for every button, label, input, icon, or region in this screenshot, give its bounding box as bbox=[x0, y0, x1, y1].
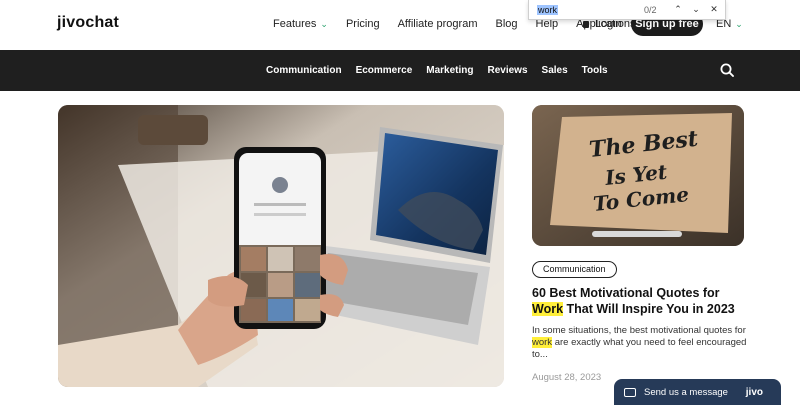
chat-widget[interactable]: Send us a message jivo bbox=[614, 379, 781, 405]
title-text-end: That Will Inspire You in 2023 bbox=[563, 302, 735, 316]
nav-features[interactable]: Features ⌄ bbox=[273, 18, 328, 30]
excerpt-highlight: work bbox=[532, 337, 553, 348]
find-bar: work 0/2 ⌃ ⌄ ✕ bbox=[528, 0, 726, 20]
category-tools[interactable]: Tools bbox=[582, 65, 608, 76]
quote-board-photo: The Best Is Yet To Come bbox=[532, 105, 744, 246]
close-icon[interactable]: ✕ bbox=[708, 3, 720, 15]
category-sales[interactable]: Sales bbox=[542, 65, 568, 76]
message-icon bbox=[624, 387, 636, 397]
lock-icon bbox=[583, 20, 589, 28]
category-nav: Communication Ecommerce Marketing Review… bbox=[266, 65, 608, 76]
featured-article-image[interactable] bbox=[58, 105, 504, 387]
chevron-down-icon[interactable]: ⌄ bbox=[690, 3, 702, 15]
chevron-up-icon[interactable]: ⌃ bbox=[672, 3, 684, 15]
article-title[interactable]: 60 Best Motivational Quotes for Work Tha… bbox=[532, 285, 747, 317]
category-ecommerce[interactable]: Ecommerce bbox=[356, 65, 413, 76]
side-article-image[interactable]: The Best Is Yet To Come bbox=[532, 105, 744, 246]
jivochat-logo[interactable]: jivochat bbox=[57, 14, 119, 32]
find-match-count: 0/2 bbox=[644, 4, 657, 15]
chat-label: Send us a message bbox=[644, 386, 728, 398]
category-communication[interactable]: Communication bbox=[266, 65, 342, 76]
category-marketing[interactable]: Marketing bbox=[426, 65, 473, 76]
title-text: 60 Best Motivational Quotes for bbox=[532, 286, 720, 300]
chevron-down-icon: ⌄ bbox=[320, 19, 328, 29]
nav-blog[interactable]: Blog bbox=[495, 18, 517, 30]
category-bar: Communication Ecommerce Marketing Review… bbox=[0, 50, 800, 91]
title-highlight: Work bbox=[532, 302, 564, 316]
hand-holding-phone-photo bbox=[58, 105, 504, 387]
article-date: August 28, 2023 bbox=[532, 372, 602, 383]
nav-pricing[interactable]: Pricing bbox=[346, 18, 380, 30]
nav-features-label: Features bbox=[273, 18, 317, 30]
excerpt-text: In some situations, the best motivationa… bbox=[532, 325, 746, 336]
find-input[interactable]: work bbox=[537, 4, 559, 15]
article-excerpt: In some situations, the best motivationa… bbox=[532, 325, 747, 361]
nav-affiliate[interactable]: Affiliate program bbox=[398, 18, 478, 30]
excerpt-text-end: are exactly what you need to feel encour… bbox=[532, 337, 747, 360]
jivo-brand: jivo bbox=[745, 386, 763, 398]
category-reviews[interactable]: Reviews bbox=[488, 65, 528, 76]
category-badge[interactable]: Communication bbox=[532, 261, 617, 278]
chevron-down-icon: ⌄ bbox=[735, 19, 743, 29]
search-icon[interactable] bbox=[720, 63, 734, 77]
